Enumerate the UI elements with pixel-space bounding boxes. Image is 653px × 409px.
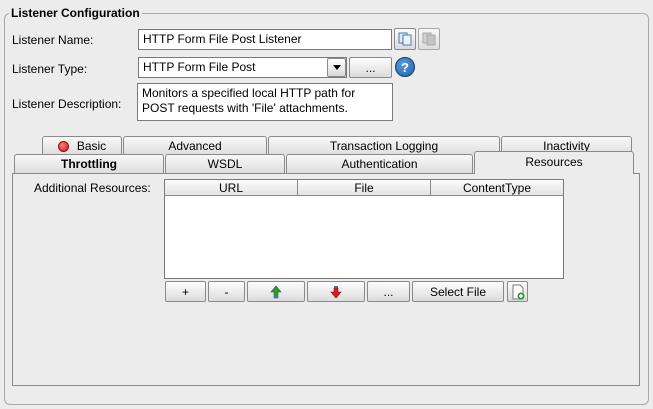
tab-advanced-label: Advanced <box>168 139 222 153</box>
arrow-up-icon <box>270 285 282 298</box>
copy-button[interactable] <box>394 28 416 50</box>
red-circle-icon <box>57 140 69 152</box>
tab-resources-label: Resources <box>525 155 583 169</box>
column-header-contenttype[interactable]: ContentType <box>431 180 563 196</box>
tab-transaction-logging[interactable]: Transaction Logging <box>268 136 500 155</box>
add-file-icon <box>512 284 524 299</box>
tab-transaction-logging-label: Transaction Logging <box>329 139 439 153</box>
add-file-button[interactable] <box>507 281 528 302</box>
tab-throttling[interactable]: Throttling <box>14 154 164 173</box>
browse-resource-button[interactable]: ... <box>367 281 410 302</box>
additional-resources-label: Additional Resources: <box>34 181 151 195</box>
tab-wsdl-label: WSDL <box>207 157 243 171</box>
arrow-down-icon <box>330 285 342 298</box>
move-down-button[interactable] <box>307 281 365 302</box>
help-icon[interactable]: ? <box>395 57 415 77</box>
listener-description-label: Listener Description: <box>12 97 122 111</box>
tab-wsdl[interactable]: WSDL <box>165 154 285 173</box>
paste-icon <box>422 32 436 46</box>
copy-icon <box>398 32 412 46</box>
group-title: Listener Configuration <box>9 6 142 20</box>
listener-type-browse-button[interactable]: ... <box>349 57 392 78</box>
tab-advanced[interactable]: Advanced <box>123 136 267 155</box>
listener-type-label: Listener Type: <box>12 62 88 76</box>
tab-resources[interactable]: Resources <box>474 151 634 174</box>
listener-type-select[interactable]: HTTP Form File Post <box>138 57 347 78</box>
tab-throttling-label: Throttling <box>61 157 117 171</box>
tab-authentication-label: Authentication <box>341 157 418 171</box>
listener-type-dropdown-button[interactable] <box>327 58 346 77</box>
tab-authentication[interactable]: Authentication <box>286 154 473 173</box>
listener-description-textarea[interactable]: Monitors a specified local HTTP path for… <box>137 83 393 121</box>
column-header-file[interactable]: File <box>298 180 431 196</box>
chevron-down-icon <box>332 64 341 70</box>
resources-table[interactable]: URL File ContentType <box>164 179 564 279</box>
tab-basic-label: Basic <box>76 139 107 153</box>
tab-basic[interactable]: Basic <box>42 136 122 155</box>
description-line-2: POST requests with 'File' attachments. <box>142 101 348 115</box>
paste-button[interactable] <box>418 28 440 50</box>
listener-name-input[interactable]: HTTP Form File Post Listener <box>138 29 392 50</box>
description-line-1: Monitors a specified local HTTP path for <box>142 86 356 100</box>
move-up-button[interactable] <box>247 281 305 302</box>
column-header-url[interactable]: URL <box>165 180 298 196</box>
select-file-button[interactable]: Select File <box>412 281 504 302</box>
remove-resource-button[interactable]: - <box>208 281 245 302</box>
add-resource-button[interactable]: + <box>165 281 206 302</box>
listener-name-label: Listener Name: <box>12 33 94 47</box>
